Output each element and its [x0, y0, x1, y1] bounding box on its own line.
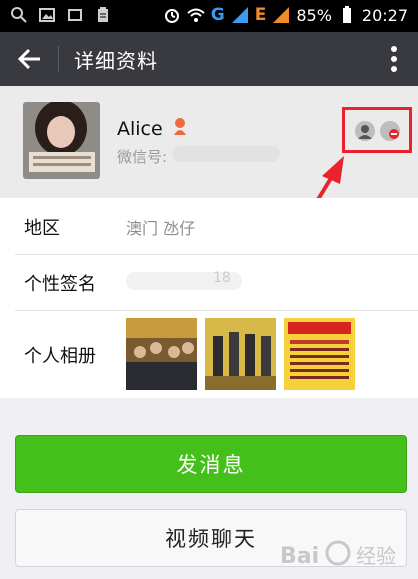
- wifi-icon: [187, 8, 205, 22]
- svg-text:Bai: Bai: [280, 544, 319, 569]
- album-photo[interactable]: [284, 318, 355, 390]
- search-icon: [11, 7, 27, 23]
- profile-name: Alice: [117, 118, 163, 140]
- battery-icon: [342, 6, 351, 23]
- remove-contact-icon[interactable]: [380, 121, 400, 141]
- signature-tail: 18: [213, 270, 231, 286]
- album-photo[interactable]: [205, 318, 276, 390]
- highlight-box: [342, 107, 412, 153]
- region-label: 地区: [24, 218, 60, 239]
- contact-icon[interactable]: [355, 121, 375, 141]
- signal-icon: [273, 7, 290, 23]
- status-bar: G E 85% 20:27: [0, 0, 418, 32]
- svg-text:经验: 经验: [356, 544, 396, 568]
- page-title: 详细资料: [74, 49, 158, 73]
- wechat-id-label: 微信号:: [117, 148, 168, 166]
- avatar[interactable]: [23, 102, 100, 179]
- photo-icon: [68, 9, 82, 21]
- back-arrow-icon[interactable]: [16, 45, 44, 73]
- album-photo[interactable]: [126, 318, 197, 390]
- status-time: 20:27: [361, 5, 408, 25]
- more-vertical-icon[interactable]: [390, 44, 398, 74]
- female-icon: [174, 118, 186, 135]
- network-e-label: E: [254, 5, 267, 25]
- status-right-icons: G E 85% 20:27: [163, 5, 408, 25]
- row-region: 地区 澳门 氹仔: [0, 198, 418, 254]
- wechat-id-value-blurred: [172, 146, 280, 162]
- baidu-watermark-logo: Bai 经验: [280, 540, 396, 569]
- signature-label: 个性签名: [24, 274, 96, 295]
- network-g-label: G: [210, 5, 225, 25]
- battery-percent: 85%: [296, 5, 332, 25]
- image-icon: [39, 8, 55, 22]
- status-left-icons: [10, 6, 112, 24]
- alarm-icon: [164, 9, 179, 23]
- album-label: 个人相册: [24, 346, 96, 367]
- app-bar: 详细资料: [0, 32, 418, 86]
- send-message-button[interactable]: 发消息: [15, 435, 407, 493]
- clipboard-icon: [98, 7, 108, 22]
- region-value: 澳门 氹仔: [126, 219, 196, 238]
- appbar-divider: [58, 46, 59, 72]
- signal-icon: [231, 7, 248, 23]
